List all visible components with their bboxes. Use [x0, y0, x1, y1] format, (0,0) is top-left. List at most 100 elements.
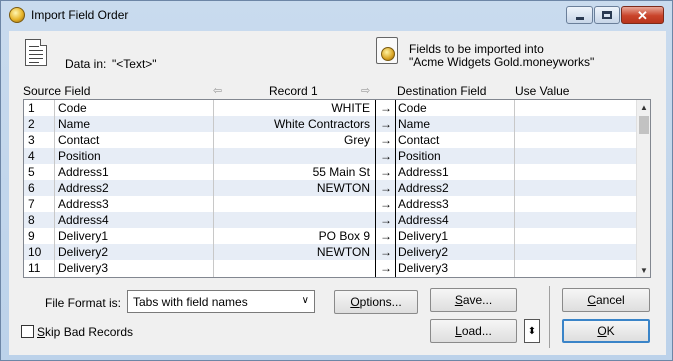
grid-header: Source Field ⇦ Record 1 ⇨ Destination Fi… [23, 83, 651, 99]
mapping-arrow-icon[interactable]: → [378, 197, 394, 211]
doc-line [29, 58, 43, 59]
row-number: 10 [28, 245, 42, 259]
field-mapping-grid[interactable]: 11 Delivery3 → Delivery3 10 Delivery2 NEWTON → D… [23, 99, 651, 278]
skip-accel: S [37, 325, 46, 339]
row-number: 4 [28, 149, 35, 163]
destination-field-cell[interactable]: Delivery2 [398, 245, 514, 259]
mapping-arrow-icon[interactable]: → [378, 229, 394, 243]
destination-field-cell[interactable]: Contact [398, 133, 514, 147]
destination-field-cell[interactable]: Address2 [398, 181, 514, 195]
table-row[interactable]: 11 Delivery3 → Delivery3 [24, 260, 636, 276]
table-row[interactable]: 8 Address4 → Address4 [24, 212, 636, 228]
mapping-arrow-icon[interactable]: → [378, 181, 394, 195]
mapping-arrow-icon[interactable]: → [378, 133, 394, 147]
file-format-value: Tabs with field names [133, 295, 248, 309]
header-destination-field: Destination Field [397, 84, 487, 98]
load-label: oad... [461, 324, 492, 338]
destination-field-cell[interactable]: Position [398, 149, 514, 163]
coin-icon [381, 47, 395, 61]
destination-field-cell[interactable]: Address4 [398, 213, 514, 227]
source-field-cell: Delivery1 [58, 229, 109, 243]
record-value-cell: Grey [343, 133, 370, 147]
data-in-label: Data in: [65, 57, 107, 71]
data-in-value: "<Text>" [112, 57, 157, 71]
source-field-cell: Address4 [58, 213, 109, 227]
scroll-up-icon[interactable]: ▲ [637, 100, 650, 114]
mapping-arrow-icon[interactable]: → [378, 117, 394, 131]
skip-bad-records-label[interactable]: Skip Bad Records [37, 325, 133, 339]
scroll-down-icon[interactable]: ▼ [637, 263, 650, 277]
file-format-select[interactable]: Tabs with field names ∨ [127, 290, 315, 313]
header-record: Record 1 [269, 84, 318, 98]
save-button[interactable]: Save... [430, 288, 517, 312]
ok-label: K [606, 324, 615, 338]
destination-field-cell[interactable]: Name [398, 117, 514, 131]
record-value-cell: NEWTON [316, 181, 370, 195]
row-number: 6 [28, 181, 35, 195]
record-value-cell: WHITE [331, 101, 370, 115]
table-row[interactable]: 9 Delivery1 PO Box 9 → Delivery1 [24, 228, 636, 244]
scrollbar-thumb[interactable] [639, 116, 649, 134]
options-button[interactable]: Options... [334, 290, 418, 314]
header-source-field: Source Field [23, 84, 91, 98]
ok-accel: O [597, 324, 607, 338]
table-row[interactable]: 2 Name White Contractors → Name [24, 116, 636, 132]
destination-field-cell[interactable]: Address3 [398, 197, 514, 211]
source-field-cell: Name [58, 117, 91, 131]
row-number: 5 [28, 165, 35, 179]
source-field-cell: Delivery2 [58, 245, 109, 259]
record-value-cell: White Contractors [273, 117, 370, 131]
table-row[interactable]: 3 Contact Grey → Contact [24, 132, 636, 148]
header-use-value: Use Value [515, 84, 570, 98]
skip-bad-records-checkbox[interactable] [21, 325, 34, 338]
mapping-arrow-icon[interactable]: → [378, 213, 394, 227]
previous-record-icon[interactable]: ⇦ [213, 84, 222, 97]
doc-line [29, 50, 43, 51]
minimize-button[interactable] [566, 6, 593, 24]
load-button[interactable]: Load... [430, 319, 517, 343]
record-value-cell: PO Box 9 [318, 229, 370, 243]
close-button[interactable]: ✕ [621, 6, 664, 24]
source-field-cell: Code [58, 101, 87, 115]
options-accel: O [350, 295, 360, 309]
destination-field-cell[interactable]: Code [398, 101, 514, 115]
mapping-arrow-icon[interactable]: → [378, 149, 394, 163]
mapping-arrow-icon[interactable]: → [378, 101, 394, 115]
column-divider [54, 100, 55, 277]
doc-line [29, 62, 39, 63]
mapping-arrow-icon[interactable]: → [378, 261, 394, 275]
dialog-body: Data in: "<Text>" Fields to be imported … [9, 31, 666, 355]
destination-field-cell[interactable]: Address1 [398, 165, 514, 179]
source-field-cell: Delivery3 [58, 261, 109, 275]
table-row[interactable]: 6 Address2 NEWTON → Address2 [24, 180, 636, 196]
destination-field-cell[interactable]: Delivery3 [398, 261, 514, 275]
source-field-cell: Address3 [58, 197, 109, 211]
minimize-icon [575, 16, 584, 20]
close-icon: ✕ [637, 7, 648, 23]
save-label: ave... [462, 293, 493, 307]
row-number: 2 [28, 117, 35, 131]
text-document-icon [25, 39, 47, 66]
cancel-button[interactable]: Cancel [562, 288, 650, 312]
table-row[interactable]: 1 Code WHITE → Code [24, 100, 636, 116]
maximize-button[interactable] [594, 6, 620, 24]
next-record-icon[interactable]: ⇨ [361, 84, 370, 97]
mapping-arrow-icon[interactable]: → [378, 165, 394, 179]
order-spinner[interactable]: ⬍ [524, 319, 540, 343]
mapping-arrow-icon[interactable]: → [378, 245, 394, 259]
destination-field-cell[interactable]: Delivery1 [398, 229, 514, 243]
moneyworks-coin-icon [9, 7, 25, 23]
load-accel: L [455, 324, 462, 338]
table-row[interactable]: 4 Position → Position [24, 148, 636, 164]
row-number: 11 [28, 261, 41, 275]
ok-button[interactable]: OK [562, 319, 650, 343]
column-divider [514, 100, 515, 277]
table-row[interactable]: 10 Delivery2 NEWTON → Delivery2 [24, 244, 636, 260]
moneyworks-file-icon [376, 37, 398, 64]
table-row[interactable]: 5 Address1 55 Main St → Address1 [24, 164, 636, 180]
table-row[interactable]: 7 Address3 → Address3 [24, 196, 636, 212]
destination-info-line2: "Acme Widgets Gold.moneyworks" [409, 55, 595, 69]
column-divider [375, 100, 376, 277]
vertical-separator [549, 286, 550, 348]
vertical-scrollbar[interactable]: ▲ ▼ [636, 100, 650, 277]
